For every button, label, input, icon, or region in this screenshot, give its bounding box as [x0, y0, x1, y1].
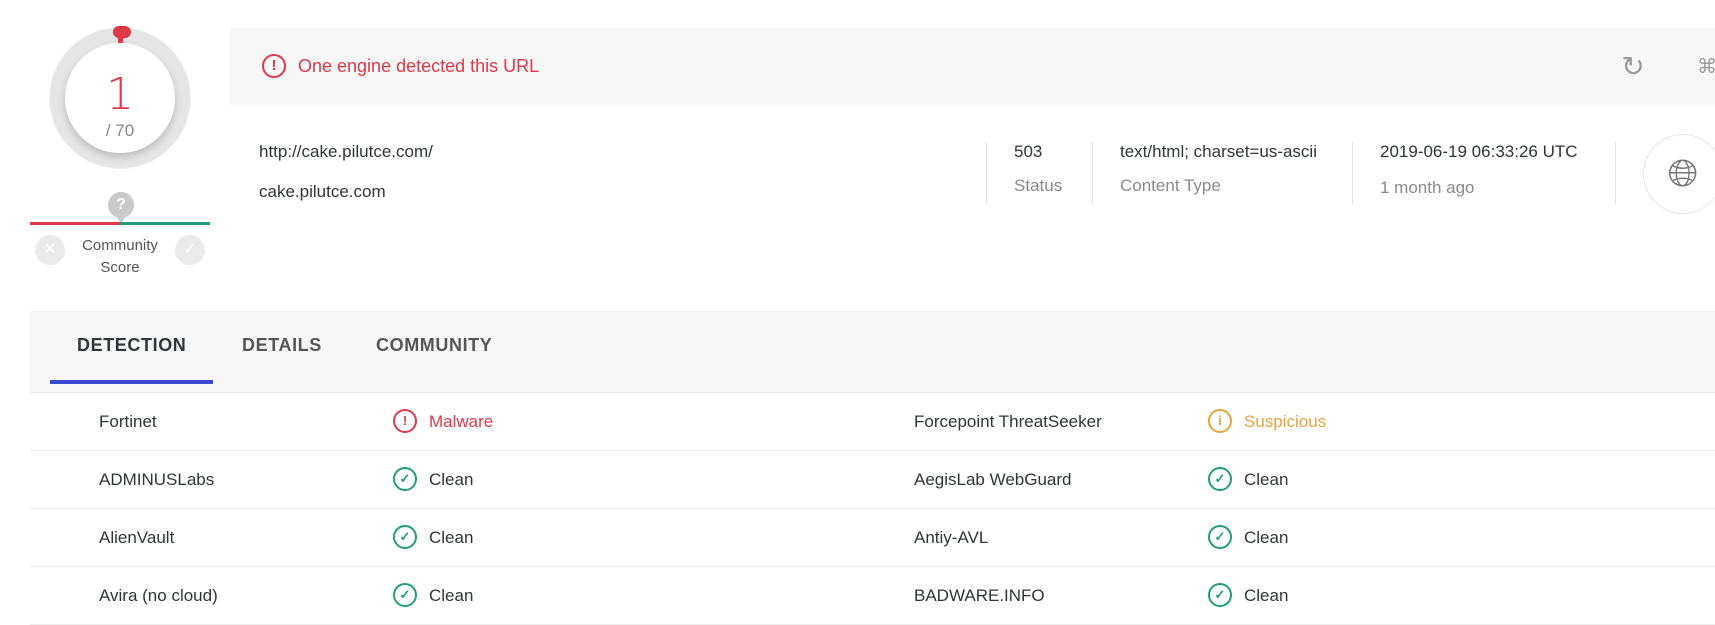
check-circle-icon: ✓: [1208, 467, 1232, 491]
community-bar-negative: [30, 222, 120, 225]
divider: [1615, 142, 1616, 204]
table-row: Fortinet ! Malware Forcepoint ThreatSeek…: [30, 393, 1715, 451]
table-row: ADMINUSLabs ✓ Clean AegisLab WebGuard ✓ …: [30, 451, 1715, 509]
url-info-row: http://cake.pilutce.com/ cake.pilutce.co…: [230, 106, 1715, 256]
info-icon: i: [1208, 409, 1232, 433]
alert-message: One engine detected this URL: [298, 56, 540, 76]
check-icon: ✓: [183, 241, 197, 258]
status-value: 503: [1014, 142, 1043, 161]
check-circle-icon: ✓: [1208, 583, 1232, 607]
verdict-malware: Malware: [429, 412, 494, 431]
verdict-clean: Clean: [429, 586, 474, 605]
detection-count: 1: [106, 69, 134, 120]
analysis-date-relative: 1 month ago: [1380, 178, 1475, 197]
detection-score-panel: 1 / 70 ? ✕ Community Score ✓: [0, 0, 230, 300]
community-score: ? ✕ Community Score ✓: [30, 190, 210, 280]
engine-name: Forcepoint ThreatSeeker: [914, 412, 1102, 431]
verdict-clean: Clean: [429, 528, 474, 547]
community-score-label: Community Score: [82, 237, 158, 276]
check-circle-icon: ✓: [393, 525, 417, 549]
verdict-clean: Clean: [1244, 528, 1289, 547]
detection-results-table: Fortinet ! Malware Forcepoint ThreatSeek…: [30, 393, 1715, 625]
engine-name: BADWARE.INFO: [914, 586, 1045, 605]
verdict-clean: Clean: [1244, 586, 1289, 605]
vote-harmless-button[interactable]: ✓: [175, 235, 205, 265]
check-circle-icon: ✓: [393, 467, 417, 491]
tab-detection[interactable]: DETECTION: [77, 335, 186, 356]
vote-harmful-button[interactable]: ✕: [35, 235, 65, 265]
verdict-clean: Clean: [1244, 470, 1289, 489]
content-type-label: Content Type: [1120, 176, 1221, 195]
divider: [1092, 142, 1093, 204]
report-tabs: DETECTION DETAILS COMMUNITY: [30, 311, 1715, 393]
engine-name: Fortinet: [99, 412, 157, 431]
status-label: Status: [1014, 176, 1063, 195]
engine-name: AegisLab WebGuard: [914, 470, 1072, 489]
graph-icon[interactable]: ⌘: [1695, 52, 1715, 82]
detection-alert-bar: ! One engine detected this URL ↻ ⌘: [230, 28, 1715, 106]
active-tab-indicator: [50, 380, 213, 384]
alert-circle-icon: !: [262, 54, 286, 78]
content-type-value: text/html; charset=us-ascii: [1120, 142, 1317, 161]
detection-gauge: 1 / 70: [50, 28, 190, 168]
malware-alert-icon: !: [393, 409, 417, 433]
tab-details[interactable]: DETAILS: [242, 335, 322, 356]
gauge-center: 1 / 70: [65, 43, 175, 153]
tab-community[interactable]: COMMUNITY: [376, 335, 492, 356]
divider: [1352, 142, 1353, 204]
question-icon[interactable]: ?: [108, 192, 134, 224]
engine-name: Antiy-AVL: [914, 528, 989, 547]
table-row: AlienVault ✓ Clean Antiy-AVL ✓ Clean: [30, 509, 1715, 567]
scanned-domain[interactable]: cake.pilutce.com: [259, 182, 386, 202]
verdict-suspicious: Suspicious: [1244, 412, 1327, 431]
engine-name: ADMINUSLabs: [99, 470, 215, 489]
url-globe-icon: 🌐︎: [1643, 134, 1715, 214]
close-icon: ✕: [43, 241, 57, 258]
gauge-indicator-dot: [113, 26, 131, 38]
scanned-url: http://cake.pilutce.com/: [259, 142, 433, 161]
analysis-date: 2019-06-19 06:33:26 UTC: [1380, 142, 1578, 161]
divider: [986, 142, 987, 204]
community-bar-positive: [120, 222, 210, 225]
check-circle-icon: ✓: [393, 583, 417, 607]
engine-name: AlienVault: [99, 528, 175, 547]
engine-total: / 70: [105, 121, 135, 140]
engine-name: Avira (no cloud): [99, 586, 218, 605]
reanalyze-icon[interactable]: ↻: [1618, 52, 1648, 82]
check-circle-icon: ✓: [1208, 525, 1232, 549]
table-row: Avira (no cloud) ✓ Clean BADWARE.INFO ✓ …: [30, 567, 1715, 625]
verdict-clean: Clean: [429, 470, 474, 489]
